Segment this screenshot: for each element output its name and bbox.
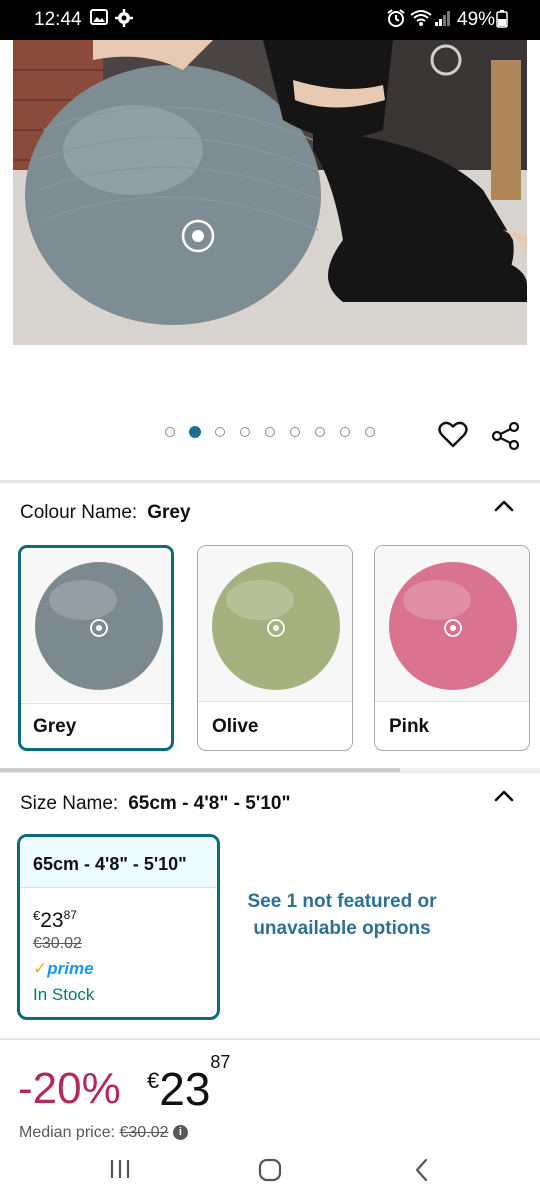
settings-notification-icon <box>114 8 134 34</box>
swatch-separator <box>375 701 529 702</box>
system-navigation-bar <box>0 1140 540 1200</box>
discount-percent: -20% <box>18 1064 121 1113</box>
colour-name-heading: Colour Name: Grey <box>20 502 191 524</box>
section-divider <box>0 772 540 773</box>
carousel-dot[interactable] <box>265 427 275 437</box>
grey-ball-thumbnail <box>21 548 171 701</box>
size-name-label: Size Name: <box>20 793 119 814</box>
carousel-dot[interactable] <box>189 426 201 438</box>
size-name-heading: Size Name: 65cm - 4'8" - 5'10" <box>20 793 290 815</box>
main-price: €2387 <box>147 1052 231 1115</box>
carousel-dot[interactable] <box>365 427 375 437</box>
swatch-separator <box>21 703 171 704</box>
status-time: 12:44 <box>34 9 82 30</box>
see-unavailable-options-link[interactable]: See 1 not featured or unavailable option… <box>242 888 442 942</box>
colour-swatch-pink[interactable]: Pink <box>374 545 530 751</box>
swatch-separator <box>198 701 352 702</box>
carousel-dot[interactable] <box>315 427 325 437</box>
wishlist-heart-icon[interactable] <box>438 421 468 454</box>
olive-ball-thumbnail <box>198 546 352 701</box>
size-option-title: 65cm - 4'8" - 5'10" <box>20 837 217 888</box>
section-divider <box>0 480 540 483</box>
colour-name-label: Colour Name: <box>20 502 138 523</box>
size-option-was-price: €30.02 <box>33 935 82 952</box>
home-icon[interactable] <box>258 1158 282 1187</box>
alarm-icon <box>386 8 406 34</box>
carousel-dot[interactable] <box>340 427 350 437</box>
share-icon[interactable] <box>491 421 521 456</box>
battery-percent: 49% <box>457 9 496 30</box>
info-icon[interactable]: i <box>172 1125 188 1141</box>
prime-badge: ✓prime <box>33 959 94 978</box>
median-price-value: €30.02 <box>119 1124 169 1141</box>
battery-icon <box>496 10 508 34</box>
pink-ball-thumbnail <box>375 546 529 701</box>
stock-status: In Stock <box>33 985 95 1004</box>
carousel-dot[interactable] <box>240 427 250 437</box>
size-collapse-chevron-up-icon[interactable] <box>493 788 515 809</box>
signal-icon <box>434 8 452 34</box>
carousel-dot[interactable] <box>215 427 225 437</box>
colour-name-value: Grey <box>147 502 191 523</box>
carousel-dot[interactable] <box>165 427 175 437</box>
colour-swatch-grey[interactable]: Grey <box>18 545 174 751</box>
colour-swatch-olive[interactable]: Olive <box>197 545 353 751</box>
swatch-label: Olive <box>212 716 259 737</box>
product-gallery[interactable] <box>0 40 540 480</box>
product-image[interactable] <box>13 40 527 345</box>
recent-apps-icon[interactable] <box>108 1158 132 1185</box>
swatch-label: Grey <box>33 716 77 737</box>
section-divider <box>0 1038 540 1040</box>
size-option-price: €2387 <box>33 908 77 932</box>
carousel-dot[interactable] <box>290 427 300 437</box>
size-option-card[interactable]: 65cm - 4'8" - 5'10" €2387 €30.02 ✓prime … <box>17 834 220 1020</box>
back-icon[interactable] <box>413 1158 431 1187</box>
prime-check-icon: ✓ <box>33 959 48 978</box>
swatch-label: Pink <box>389 716 430 737</box>
wifi-icon <box>409 8 433 34</box>
status-bar: 12:44 49% <box>0 0 540 40</box>
gallery-notification-icon <box>90 8 108 32</box>
size-name-value: 65cm - 4'8" - 5'10" <box>128 793 291 814</box>
colour-collapse-chevron-up-icon[interactable] <box>493 498 515 519</box>
